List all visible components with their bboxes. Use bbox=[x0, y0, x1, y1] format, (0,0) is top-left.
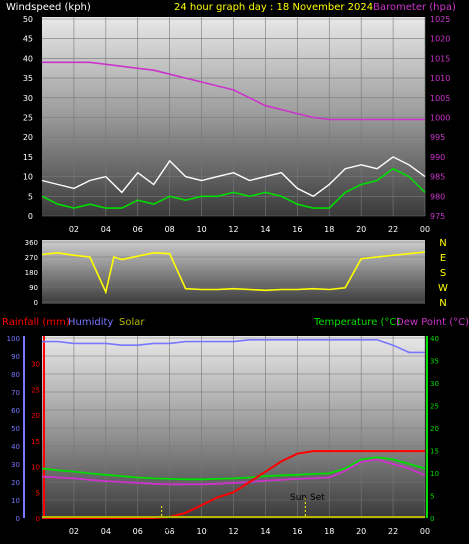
x-tick-label: 04 bbox=[101, 527, 111, 536]
temp-tick-label: 35 bbox=[430, 358, 439, 366]
x-tick-label: 06 bbox=[133, 527, 143, 536]
x-tick-label: 12 bbox=[228, 527, 238, 536]
baro-tick-label: 985 bbox=[430, 173, 445, 182]
graph-title: 24 hour graph day : 18 November 2024 bbox=[174, 2, 373, 13]
baro-tick-label: 1020 bbox=[430, 35, 450, 44]
baro-tick-label: 990 bbox=[430, 153, 445, 162]
baro-tick-label: 1010 bbox=[430, 74, 450, 83]
baro-tick-label: 975 bbox=[430, 212, 445, 221]
wind-tick-label: 45 bbox=[23, 35, 33, 44]
wind-tick-label: 10 bbox=[23, 173, 33, 182]
x-tick-label: 08 bbox=[165, 225, 175, 234]
rain-tick-label: 10 bbox=[31, 464, 40, 472]
temp-tick-label: 10 bbox=[430, 470, 439, 478]
x-tick-label: 22 bbox=[388, 527, 398, 536]
compass-label: S bbox=[440, 268, 446, 279]
temp-tick-label: 40 bbox=[430, 335, 439, 343]
wind-tick-label: 25 bbox=[23, 114, 33, 123]
baro-tick-label: 980 bbox=[430, 192, 445, 201]
humidity-tick-label: 90 bbox=[11, 353, 20, 361]
wind-tick-label: 30 bbox=[23, 94, 33, 103]
x-tick-label: 10 bbox=[196, 225, 206, 234]
humidity-tick-label: 80 bbox=[11, 371, 20, 379]
windspeed-label: Windspeed (kph) bbox=[6, 2, 91, 13]
wind-tick-label: 20 bbox=[23, 133, 33, 142]
x-tick-label: 22 bbox=[388, 225, 398, 234]
x-tick-label: 02 bbox=[69, 527, 79, 536]
x-tick-label: 20 bbox=[356, 527, 366, 536]
temp-tick-label: 30 bbox=[430, 380, 439, 388]
temp-tick-label: 5 bbox=[430, 493, 434, 501]
baro-tick-label: 995 bbox=[430, 133, 445, 142]
temp-tick-label: 20 bbox=[430, 425, 439, 433]
sunset-label: Sun Set bbox=[290, 493, 325, 503]
rain-tick-label: 30 bbox=[31, 361, 40, 369]
legend-rainfall: Rainfall (mm) bbox=[2, 317, 70, 328]
compass-label: N bbox=[439, 298, 446, 309]
temp-tick-label: 0 bbox=[430, 515, 434, 523]
wind-tick-label: 40 bbox=[23, 54, 33, 63]
compass-label: E bbox=[440, 253, 446, 264]
wind-tick-label: 35 bbox=[23, 74, 33, 83]
wind-tick-label: 50 bbox=[23, 15, 33, 24]
baro-tick-label: 1025 bbox=[430, 15, 450, 24]
x-tick-label: 16 bbox=[292, 225, 302, 234]
x-tick-label: 06 bbox=[133, 225, 143, 234]
humidity-tick-label: 0 bbox=[16, 515, 20, 523]
humidity-tick-label: 100 bbox=[7, 335, 20, 343]
legend-temperature: Temperature (°C) bbox=[313, 317, 400, 328]
weather-graph: Windspeed (kph) 24 hour graph day : 18 N… bbox=[2, 2, 469, 536]
dir-tick-label: 270 bbox=[25, 254, 38, 262]
legend-solar: Solar bbox=[119, 317, 145, 328]
x-tick-label: 20 bbox=[356, 225, 366, 234]
dir-tick-label: 90 bbox=[29, 284, 38, 292]
temp-tick-label: 15 bbox=[430, 448, 439, 456]
wind-tick-label: 5 bbox=[28, 192, 33, 201]
baro-tick-label: 1000 bbox=[430, 114, 450, 123]
x-tick-label: 14 bbox=[260, 225, 270, 234]
baro-tick-label: 1015 bbox=[430, 54, 450, 63]
humidity-tick-label: 40 bbox=[11, 443, 20, 451]
humidity-tick-label: 30 bbox=[11, 461, 20, 469]
rain-tick-label: 5 bbox=[36, 489, 40, 497]
legend-humidity: Humidity bbox=[68, 317, 113, 328]
x-tick-label: 14 bbox=[260, 527, 270, 536]
wind-tick-label: 0 bbox=[28, 212, 33, 221]
rain-tick-label: 0 bbox=[36, 515, 40, 523]
x-tick-label: 04 bbox=[101, 225, 111, 234]
x-tick-label: 12 bbox=[228, 225, 238, 234]
x-tick-label: 18 bbox=[324, 527, 334, 536]
x-tick-label: 18 bbox=[324, 225, 334, 234]
baro-tick-label: 1005 bbox=[430, 94, 450, 103]
dir-tick-label: 0 bbox=[34, 299, 38, 307]
compass-label: W bbox=[438, 283, 448, 294]
barometer-label: Barometer (hpa) bbox=[373, 2, 456, 13]
rain-tick-label: 25 bbox=[31, 386, 40, 394]
humidity-tick-label: 10 bbox=[11, 497, 20, 505]
wind-tick-label: 15 bbox=[23, 153, 33, 162]
humidity-tick-label: 20 bbox=[11, 479, 20, 487]
compass-label: N bbox=[439, 238, 446, 249]
humidity-tick-label: 60 bbox=[11, 407, 20, 415]
humidity-tick-label: 50 bbox=[11, 425, 20, 433]
x-tick-label: 00 bbox=[420, 527, 430, 536]
dir-tick-label: 180 bbox=[25, 269, 38, 277]
x-tick-label: 16 bbox=[292, 527, 302, 536]
rain-tick-label: 20 bbox=[31, 412, 40, 420]
humidity-tick-label: 70 bbox=[11, 389, 20, 397]
dir-tick-label: 360 bbox=[25, 239, 38, 247]
x-tick-label: 10 bbox=[196, 527, 206, 536]
legend-dewpoint: Dew Point (°C) bbox=[396, 317, 469, 328]
x-tick-label: 02 bbox=[69, 225, 79, 234]
x-tick-label: 00 bbox=[420, 225, 430, 234]
rain-tick-label: 15 bbox=[31, 438, 40, 446]
temp-tick-label: 25 bbox=[430, 403, 439, 411]
sunrise-label: Sun Rise bbox=[158, 524, 197, 534]
